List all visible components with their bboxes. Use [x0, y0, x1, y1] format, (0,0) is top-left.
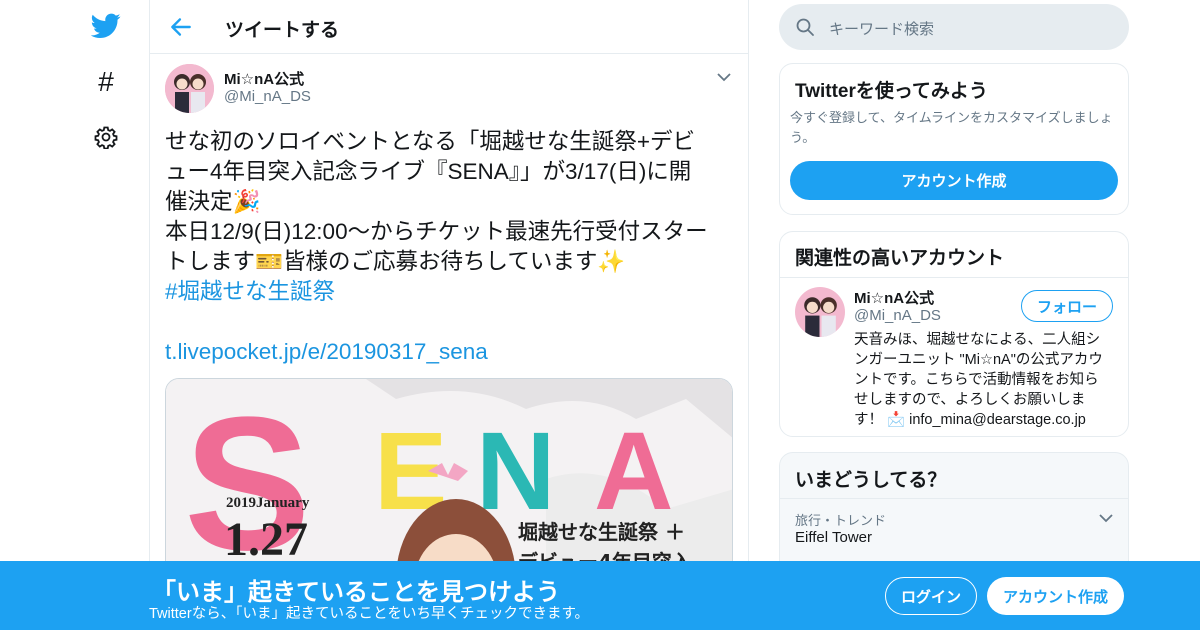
try-twitter-card: Twitterを使ってみよう 今すぐ登録して、タイムラインをカスタマイズしましょ… [779, 63, 1129, 215]
signup-bottom-bar: 「いま」起きていることを見つけよう Twitterなら、「いま」起きていることを… [0, 561, 1200, 630]
media-date-label: 2019January [226, 495, 310, 511]
bio-line: 天音みほ、堀越せなによる、二人組シ [854, 332, 1101, 348]
hashtag-link[interactable]: #堀越せな生誕祭 [165, 277, 735, 307]
related-account-name[interactable]: Mi☆nA公式 [854, 287, 934, 308]
main-header: ツイートする [150, 0, 748, 54]
chevron-down-icon[interactable] [1098, 511, 1114, 523]
svg-text:A: A [594, 410, 673, 533]
search-box[interactable]: キーワード検索 [779, 4, 1129, 50]
bio-line: せしますので、よろしくお願いしま [854, 392, 1086, 408]
divider [780, 498, 1128, 499]
login-button[interactable]: ログイン [885, 577, 977, 615]
signup-button[interactable]: アカウント作成 [987, 577, 1124, 615]
author-name[interactable]: Mi☆nA公式 [224, 68, 304, 89]
trends-card-title: いまどうしてる？ [795, 470, 947, 491]
tweet-text-line: せな初のソロイベントとなる「堀越せな生誕祭+デビ [165, 129, 695, 154]
bio-line: ントです。こちらで活動情報をお知ら [854, 372, 1099, 388]
related-account-bio: 天音みほ、堀越せなによる、二人組シ ンガーユニット "Mi☆nA"の公式アカウ … [854, 330, 1120, 430]
settings-gear-icon[interactable] [90, 121, 122, 153]
author-handle[interactable]: @Mi_nA_DS [224, 88, 311, 105]
main-column: ツイートする Mi☆nA公式 @Mi_nA_DS せな初のソロイベントとなる「堀… [149, 0, 749, 630]
related-account-avatar[interactable] [795, 287, 845, 337]
tweet-text: せな初のソロイベントとなる「堀越せな生誕祭+デビ ュー4年目突入記念ライブ『SE… [165, 127, 735, 367]
bio-line: す！ 📩 info_mina@dearstage.co.jp [854, 412, 1086, 428]
media-subtitle-1: 堀越せな生誕祭 ＋ [518, 520, 685, 544]
tweet-text-line: 催決定🎉 [165, 189, 261, 214]
follow-button[interactable]: フォロー [1021, 290, 1113, 322]
create-account-button[interactable]: アカウント作成 [790, 161, 1118, 200]
explore-hash-icon[interactable]: # [90, 66, 122, 98]
trend-name[interactable]: Eiffel Tower [795, 529, 872, 546]
search-icon [795, 17, 815, 37]
page-title: ツイートする [225, 20, 340, 41]
divider [780, 277, 1128, 278]
back-arrow-icon[interactable] [168, 14, 194, 40]
tweet-text-line: 本日12/9(日)12:00～からチケット最速先行受付スター [165, 219, 708, 244]
tweet-text-line: トします🎫皆様のご応募お待ちしています✨ [165, 249, 626, 274]
tweet-media-image[interactable]: S E N A 2019January 1.27 堀越せな生誕祭 ＋ デビュー4… [165, 378, 733, 578]
related-accounts-card: 関連性の高いアカウント Mi☆nA公式 @Mi_nA_DS フォロー 天音みほ、… [779, 231, 1129, 437]
tweet-text-line: ュー4年目突入記念ライブ『SENA』」が3/17(日)に開 [165, 159, 692, 184]
chevron-down-icon[interactable] [716, 70, 732, 82]
bio-line: ンガーユニット "Mi☆nA"の公式アカウ [854, 352, 1103, 368]
tweet-url-link[interactable]: t.livepocket.jp/e/20190317_sena [165, 337, 735, 367]
search-input[interactable]: キーワード検索 [829, 18, 934, 39]
bottom-bar-subtitle: Twitterなら、「いま」起きていることをいち早くチェックできます。 [149, 606, 589, 622]
trend-category: 旅行・トレンド [795, 513, 887, 528]
twitter-logo-icon[interactable] [90, 10, 122, 42]
try-card-title: Twitterを使ってみよう [795, 81, 988, 102]
page: # ツイートする Mi☆nA公式 @Mi_nA_DS せな初のソロイベントとなる… [0, 0, 1200, 630]
media-date-big: 1.27 [224, 513, 308, 566]
related-card-title: 関連性の高いアカウント [795, 248, 1005, 269]
related-account-handle[interactable]: @Mi_nA_DS [854, 307, 941, 324]
try-card-description: 今すぐ登録して、タイムラインをカスタマイズしましょう。 [790, 110, 1113, 145]
author-avatar[interactable] [165, 64, 214, 113]
